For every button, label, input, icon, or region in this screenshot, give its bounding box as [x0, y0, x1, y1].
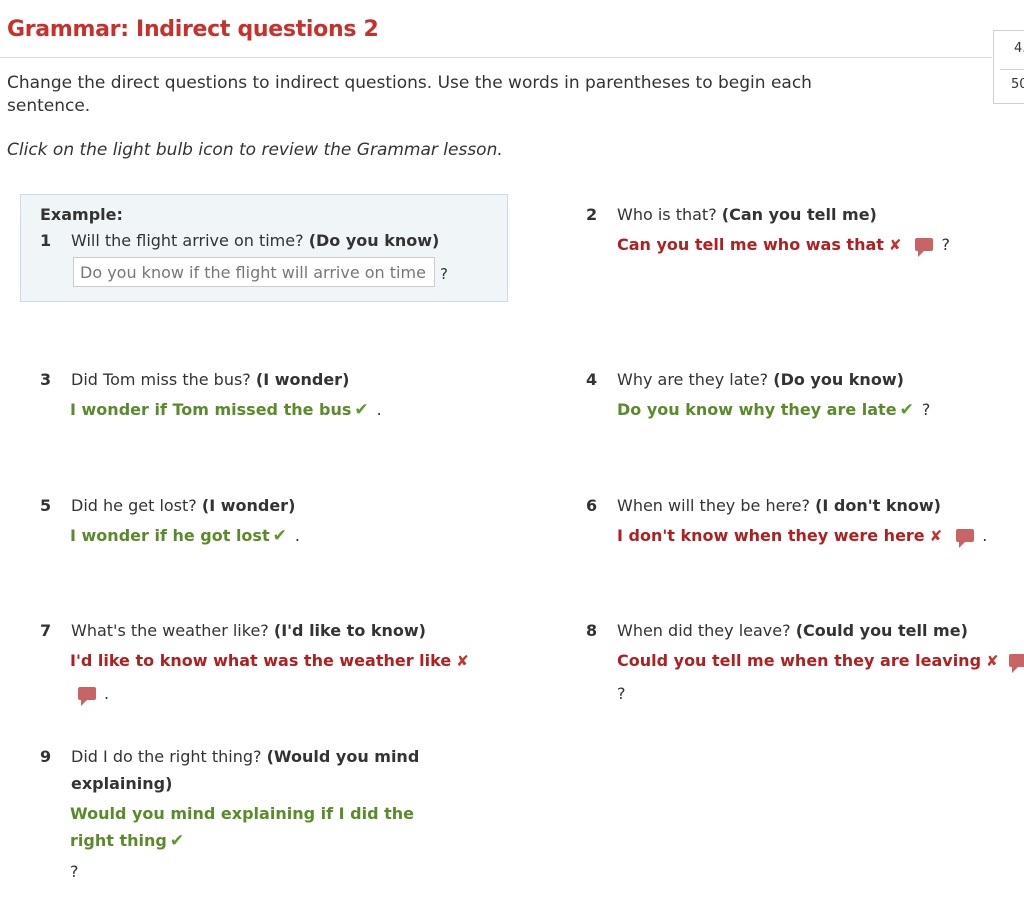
end-punct: ? — [70, 862, 79, 881]
answer-text: I don't know when they were here — [617, 526, 925, 545]
question-number: 6 — [586, 496, 598, 515]
answer-text: Can you tell me who was that — [617, 235, 884, 254]
question-cue: (Do you know) — [308, 231, 440, 250]
end-punct: ? — [941, 235, 950, 254]
answer-2: Can you tell me who was that ✘? — [617, 231, 950, 259]
answer-text: I wonder if Tom missed the bus — [70, 400, 352, 419]
answer-text: Could you tell me when they are leaving — [617, 651, 982, 670]
score-divider — [1000, 69, 1024, 70]
question-text: Did I do the right thing? — [71, 747, 262, 766]
example-end-punct: ? — [440, 265, 448, 283]
answer-text: I wonder if he got lost — [70, 526, 270, 545]
end-punct: ? — [921, 400, 931, 419]
page-title: Grammar: Indirect questions 2 — [7, 17, 379, 42]
cross-icon: ✘ — [456, 652, 469, 670]
question-text: Who is that? — [617, 205, 717, 224]
question-text: Why are they late? — [617, 370, 769, 389]
question-text: Will the flight arrive on time? — [71, 231, 304, 250]
speech-bubble-icon[interactable] — [956, 529, 975, 548]
checkmark-icon: ✔ — [272, 526, 287, 546]
end-punct: . — [376, 400, 382, 419]
answer-8: Could you tell me when they are leaving ✘ — [617, 647, 1024, 675]
question-number: 9 — [40, 747, 52, 766]
question-cue: (I'd like to know) — [273, 621, 426, 640]
question-number: 1 — [40, 231, 52, 250]
cross-icon: ✘ — [888, 236, 902, 254]
speech-bubble-icon[interactable] — [1008, 654, 1024, 673]
answer-6: I don't know when they were here ✘. — [617, 522, 987, 550]
question-cue: (Could you tell me) — [795, 621, 968, 640]
example-label: Example: — [40, 205, 123, 224]
question-number: 4 — [586, 370, 598, 389]
answer-4: Do you know why they are late ✔? — [617, 396, 930, 424]
answer-9: Would you mind explaining if I did the r… — [70, 800, 460, 855]
question-cue: (I don't know) — [815, 496, 941, 515]
question-text: What's the weather like? — [71, 621, 269, 640]
instructions: Change the direct questions to indirect … — [7, 73, 812, 116]
question-text: Did Tom miss the bus? — [71, 370, 251, 389]
question-number: 2 — [586, 205, 598, 224]
answer-3: I wonder if Tom missed the bus ✔. — [70, 396, 382, 424]
question-text: Did he get lost? — [71, 496, 197, 515]
question-number: 5 — [40, 496, 52, 515]
example-answer-input[interactable] — [73, 257, 435, 287]
speech-bubble-icon[interactable] — [78, 687, 96, 706]
end-punct: . — [294, 526, 300, 545]
question-text: When will they be here? — [617, 496, 810, 515]
score-line-2: 50 — [1011, 77, 1024, 92]
answer-7-continuation: . — [64, 680, 109, 707]
answer-8-continuation: ? — [617, 680, 626, 707]
question-cue: (I wonder) — [201, 496, 296, 515]
question-text: When did they leave? — [617, 621, 791, 640]
question-cue: (Do you know) — [773, 370, 904, 389]
checkmark-icon: ✔ — [354, 400, 369, 420]
checkmark-icon: ✔ — [899, 400, 914, 420]
end-punct: ? — [617, 684, 626, 703]
cross-icon: ✘ — [986, 652, 999, 670]
example-box: Example: 1 Will the flight arrive on tim… — [20, 194, 508, 302]
answer-text: Do you know why they are late — [617, 400, 897, 419]
title-divider — [0, 57, 992, 58]
question-cue: (I wonder) — [255, 370, 350, 389]
grammar-hint: Click on the light bulb icon to review t… — [7, 140, 503, 160]
checkmark-icon: ✔ — [169, 831, 185, 851]
question-number: 7 — [40, 621, 52, 640]
answer-text: Would you mind explaining if I did the r… — [70, 804, 414, 850]
cross-icon: ✘ — [929, 527, 943, 545]
answer-5: I wonder if he got lost ✔. — [70, 522, 300, 550]
answer-text: I'd like to know what was the weather li… — [70, 651, 452, 670]
speech-bubble-icon[interactable] — [915, 238, 934, 257]
question-number: 3 — [40, 370, 52, 389]
end-punct: . — [104, 684, 110, 703]
answer-9-continuation: ? — [70, 858, 79, 885]
question-number: 8 — [586, 621, 598, 640]
answer-7: I'd like to know what was the weather li… — [70, 647, 469, 675]
score-panel: 4. 50 — [993, 30, 1024, 104]
score-line-1: 4. — [1014, 41, 1024, 56]
end-punct: . — [982, 526, 988, 545]
question-cue: (Can you tell me) — [721, 205, 877, 224]
